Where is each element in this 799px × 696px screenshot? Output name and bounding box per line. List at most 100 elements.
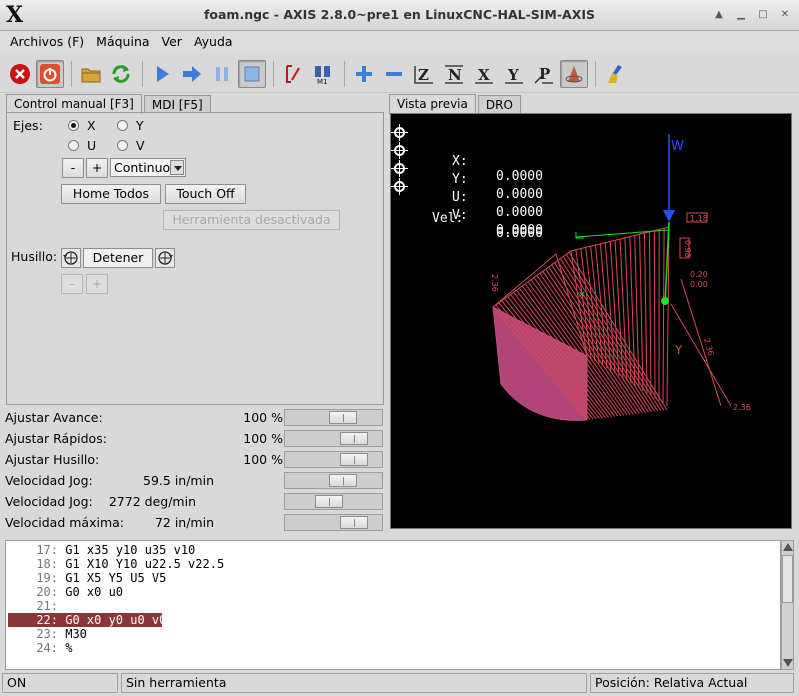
maximize-icon[interactable]: □ <box>755 7 771 23</box>
w-axis-label: W <box>671 139 684 154</box>
open-file-icon[interactable] <box>77 60 105 88</box>
close-icon[interactable]: ✕ <box>777 7 793 23</box>
tab-preview[interactable]: Vista previa <box>389 94 476 114</box>
code-line[interactable]: 23: M30 <box>8 627 778 641</box>
jog-mode-select[interactable]: Continuo <box>110 158 186 177</box>
toolpath-rib <box>644 232 648 394</box>
radio-label: U <box>87 138 97 153</box>
slider-label: Velocidad máxima: <box>5 515 124 530</box>
code-line[interactable]: 17: G1 x35 y10 u35 v10 <box>8 543 778 557</box>
estop-icon[interactable] <box>6 60 34 88</box>
spindle-ccw-icon[interactable] <box>61 248 81 268</box>
spindle-override-slider[interactable] <box>284 451 383 468</box>
radio-axis-u[interactable]: U <box>68 138 96 153</box>
view-z2-icon[interactable]: N <box>440 60 468 88</box>
rotate-view-icon[interactable] <box>560 59 588 88</box>
code-line[interactable]: 18: G1 X10 Y10 u22.5 v22.5 <box>8 557 778 571</box>
slider-thumb[interactable] <box>339 453 368 466</box>
dim-label: 1.18 <box>690 214 708 223</box>
slider-value: 72 in/min <box>154 515 214 530</box>
dro-axis: Vel: <box>432 211 464 226</box>
zoom-in-icon[interactable] <box>350 60 378 88</box>
line-text: % <box>65 641 73 655</box>
code-line-highlighted[interactable]: 22: G0 x0 y0 u0 v0 <box>8 613 166 627</box>
scroll-down-icon[interactable] <box>783 659 793 667</box>
slider-thumb[interactable] <box>329 474 358 487</box>
view-y-icon[interactable]: Y <box>500 60 528 88</box>
view-p-icon[interactable]: P <box>530 60 558 88</box>
spindle-minus-button[interactable]: - <box>61 274 83 294</box>
machine-status: ON <box>2 673 118 693</box>
line-number: 18: <box>36 557 58 571</box>
gcode-listing[interactable]: 17: G1 x35 y10 u35 v10 18: G1 X10 Y10 u2… <box>5 540 781 670</box>
menu-maquina[interactable]: Máquina <box>90 31 155 53</box>
slider-thumb[interactable] <box>315 495 344 508</box>
dim-label: 0.00 <box>690 280 708 289</box>
toolpath-preview[interactable]: W 1.18 0.98 0.20 0.00 2.36 2.36 2.36 Y × <box>390 113 792 529</box>
slider-thumb[interactable] <box>339 432 368 445</box>
power-icon[interactable] <box>36 59 64 88</box>
right-tabs: Vista previa DRO <box>389 94 523 114</box>
slider-thumb[interactable] <box>339 516 368 529</box>
optional-stop-icon[interactable]: M1 <box>309 60 337 88</box>
tab-dro[interactable]: DRO <box>477 95 521 113</box>
line-number: 20: <box>36 585 58 599</box>
spindle-stop-button[interactable]: Detener <box>83 248 153 268</box>
radio-axis-x[interactable]: X <box>68 118 96 133</box>
slider-value: 2772 deg/min <box>108 494 196 509</box>
clear-plot-icon[interactable] <box>601 60 629 88</box>
spindle-label: Husillo: <box>11 249 58 264</box>
line-text: G1 X10 Y10 u22.5 v22.5 <box>65 557 225 571</box>
code-line[interactable]: 19: G1 X5 Y5 U5 V5 <box>8 571 778 585</box>
code-scrollbar[interactable] <box>781 540 794 670</box>
menu-ver[interactable]: Ver <box>156 31 188 53</box>
spindle-plus-button[interactable]: + <box>86 274 108 294</box>
home-all-button[interactable]: Home Todos <box>61 184 161 204</box>
rapid-override-slider[interactable] <box>284 430 383 447</box>
slider-label: Ajustar Rápidos: <box>5 431 107 446</box>
tab-manual-control[interactable]: Control manual [F3] <box>6 94 142 114</box>
scroll-thumb[interactable] <box>782 555 793 603</box>
scroll-up-icon[interactable] <box>783 543 793 551</box>
slider-label: Ajustar Avance: <box>5 410 103 425</box>
svg-text:X: X <box>478 66 490 84</box>
dro-value: 0.0000 <box>496 169 543 184</box>
code-line[interactable]: 20: G0 x0 u0 <box>8 585 778 599</box>
feed-override-slider[interactable] <box>284 409 383 426</box>
run-icon[interactable] <box>148 60 176 88</box>
block-delete-icon[interactable] <box>279 60 307 88</box>
dro-value: 0.0000 <box>496 205 543 220</box>
touch-off-button[interactable]: Touch Off <box>165 184 246 204</box>
tab-mdi[interactable]: MDI [F5] <box>143 95 211 113</box>
jog-speed-slider[interactable] <box>284 472 383 489</box>
status-bar: ON Sin herramienta Posición: Relativa Ac… <box>2 673 797 693</box>
line-text: G1 x35 y10 u35 v10 <box>65 543 196 557</box>
feed-override-row: Ajustar Avance: 100 % <box>0 408 386 429</box>
origin-marker-icon: × <box>578 290 586 300</box>
menu-ayuda[interactable]: Ayuda <box>188 31 239 53</box>
jog-plus-button[interactable]: + <box>86 158 108 178</box>
minimize-icon[interactable]: ▁ <box>733 7 749 23</box>
slider-thumb[interactable] <box>329 411 358 424</box>
menu-archivos[interactable]: Archivos (F) <box>4 31 90 53</box>
radio-axis-y[interactable]: Y <box>117 118 144 133</box>
view-x-icon[interactable]: X <box>470 60 498 88</box>
view-z-icon[interactable]: Z <box>410 60 438 88</box>
stop-icon[interactable] <box>238 59 266 88</box>
jog-angular-speed-slider[interactable] <box>284 493 383 510</box>
slider-label: Ajustar Husillo: <box>5 452 100 467</box>
spindle-cw-icon[interactable] <box>155 248 175 268</box>
up-icon[interactable]: ▲ <box>711 7 727 23</box>
code-line[interactable]: 24: % <box>8 641 778 655</box>
max-velocity-slider[interactable] <box>284 514 383 531</box>
reload-icon[interactable] <box>107 60 135 88</box>
code-line[interactable]: 21: <box>8 599 778 613</box>
step-icon[interactable] <box>178 60 206 88</box>
dim-label: 0.98 <box>683 240 692 258</box>
tool-off-button[interactable]: Herramienta desactivada <box>163 210 340 230</box>
jog-minus-button[interactable]: - <box>62 158 84 178</box>
zoom-out-icon[interactable] <box>380 60 408 88</box>
chevron-down-icon <box>170 160 184 175</box>
radio-axis-v[interactable]: V <box>117 138 145 153</box>
pause-icon[interactable] <box>208 60 236 88</box>
